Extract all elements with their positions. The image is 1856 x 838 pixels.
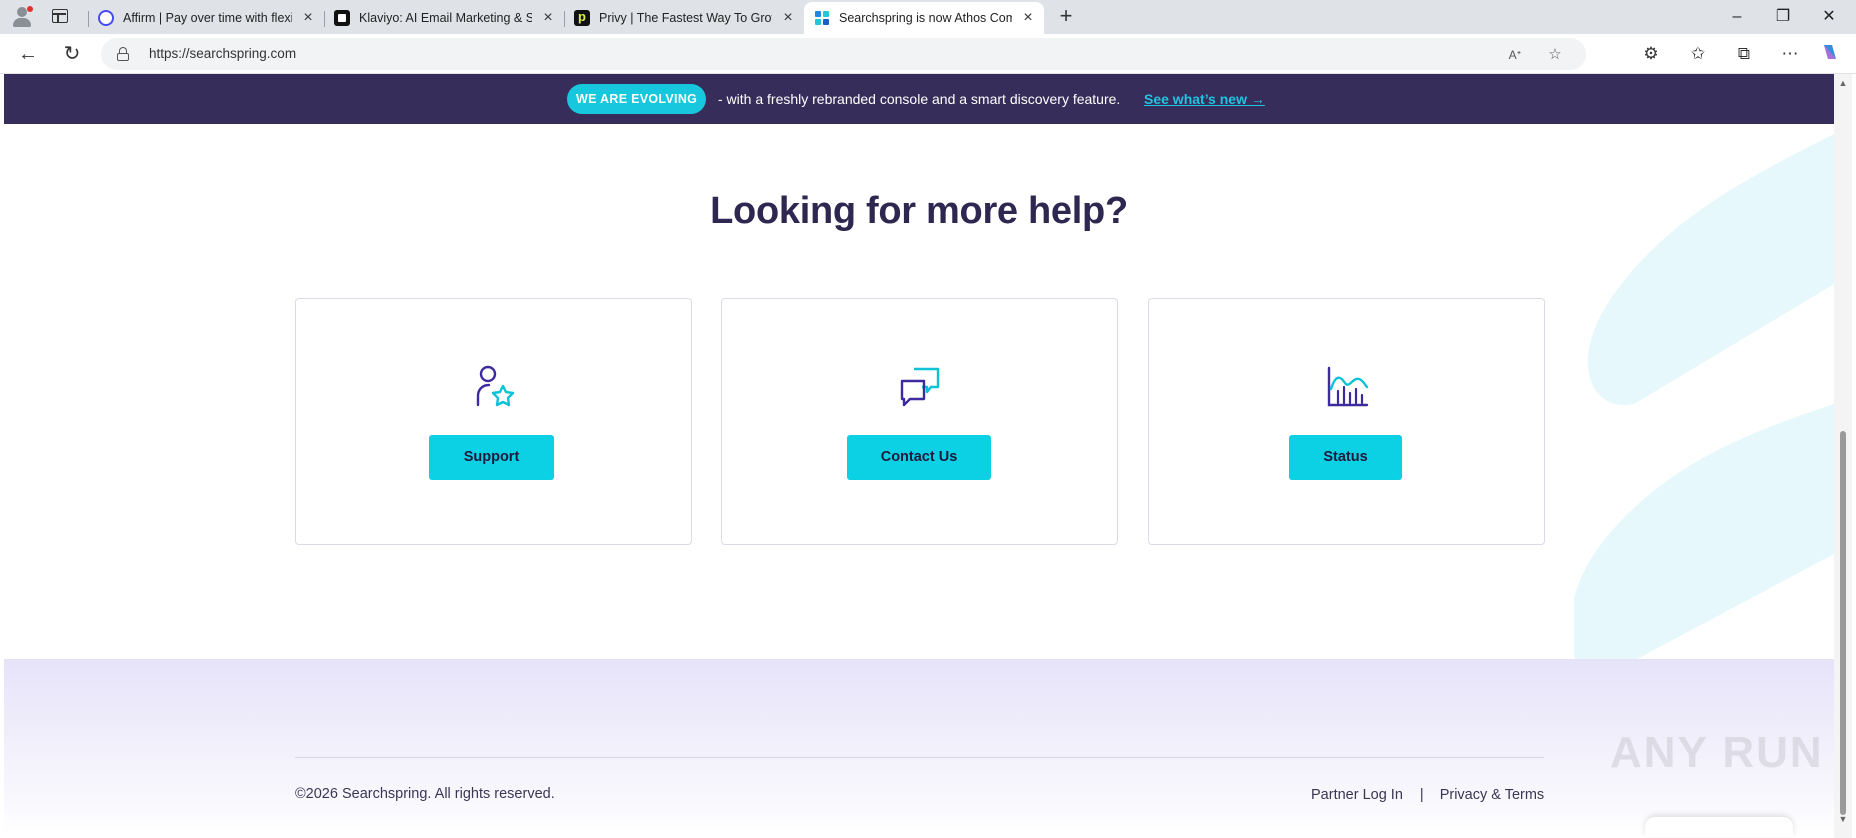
- scroll-up-icon[interactable]: ▲: [1838, 78, 1848, 88]
- more-menu-icon[interactable]: ⋯: [1778, 42, 1802, 66]
- status-button[interactable]: Status: [1289, 435, 1402, 480]
- scroll-thumb[interactable]: [1840, 431, 1846, 815]
- tab-affirm[interactable]: Affirm | Pay over time with flexible ×: [88, 2, 324, 34]
- read-aloud-icon[interactable]: Aᐩ: [1505, 45, 1525, 65]
- copilot-icon[interactable]: [1818, 42, 1842, 66]
- scroll-down-icon[interactable]: ▼: [1838, 814, 1848, 824]
- tab-privy[interactable]: Privy | The Fastest Way To Grow Sa ×: [564, 2, 804, 34]
- anyrun-watermark: ANY RUN: [1610, 728, 1824, 777]
- status-card: Status: [1148, 298, 1545, 545]
- favorite-star-icon[interactable]: ☆: [1545, 45, 1565, 65]
- privy-icon: [574, 9, 590, 26]
- contact-us-button[interactable]: Contact Us: [847, 435, 991, 480]
- site-footer: ©2026 Searchspring. All rights reserved.…: [4, 659, 1834, 834]
- collections-icon[interactable]: ⧉: [1732, 42, 1756, 66]
- banner-pill: WE ARE EVOLVING: [567, 84, 707, 114]
- tab-searchspring[interactable]: Searchspring is now Athos Comm ×: [804, 2, 1044, 34]
- tab-title: Klaviyo: AI Email Marketing & SMS: [359, 11, 532, 25]
- announcement-banner: WE ARE EVOLVING - with a freshly rebrand…: [4, 74, 1834, 124]
- tab-klaviyo[interactable]: Klaviyo: AI Email Marketing & SMS ×: [324, 2, 564, 34]
- status-chart-icon: [1325, 365, 1369, 409]
- restore-icon[interactable]: ❐: [1760, 4, 1806, 30]
- contact-card: Contact Us: [721, 298, 1118, 545]
- close-icon[interactable]: ×: [780, 10, 796, 26]
- browser-toolbar: ← ↻ https://searchspring.com ☆ Aᐩ ⚙ ✩ ⧉ …: [0, 34, 1856, 74]
- lock-icon[interactable]: [117, 47, 129, 61]
- page-viewport: WE ARE EVOLVING - with a freshly rebrand…: [4, 74, 1834, 834]
- footer-link-divider: |: [1419, 787, 1424, 803]
- copyright-text: ©2026 Searchspring. All rights reserved.: [295, 786, 555, 802]
- affirm-icon: [98, 10, 114, 26]
- support-button[interactable]: Support: [429, 435, 554, 480]
- favorites-icon[interactable]: ✩: [1686, 42, 1710, 66]
- back-icon[interactable]: ←: [16, 42, 40, 66]
- close-icon[interactable]: ×: [1020, 10, 1036, 26]
- searchspring-icon: [814, 10, 830, 26]
- url-text[interactable]: https://searchspring.com: [149, 46, 296, 61]
- see-whats-new-link[interactable]: See what’s new →: [1144, 91, 1265, 107]
- klaviyo-icon: [334, 10, 350, 26]
- banner-text: - with a freshly rebranded console and a…: [718, 91, 1121, 107]
- support-person-star-icon: [472, 365, 516, 409]
- extensions-icon[interactable]: ⚙: [1639, 42, 1663, 66]
- chat-bubbles-icon: [898, 365, 942, 409]
- footer-links: Partner Log In | Privacy & Terms: [1311, 787, 1544, 803]
- minimize-icon[interactable]: –: [1714, 4, 1760, 30]
- close-icon[interactable]: ×: [540, 10, 556, 26]
- new-tab-button[interactable]: +: [1055, 5, 1077, 28]
- chat-widget-tab[interactable]: [1645, 817, 1793, 837]
- page-scrollbar[interactable]: ▲ ▼: [1834, 74, 1852, 838]
- tab-title: Privy | The Fastest Way To Grow Sa: [599, 11, 772, 25]
- support-card: Support: [295, 298, 692, 545]
- tab-title: Affirm | Pay over time with flexible: [123, 11, 292, 25]
- tab-actions-icon[interactable]: [52, 9, 68, 23]
- privacy-terms-link[interactable]: Privacy & Terms: [1440, 787, 1544, 803]
- profile-icon[interactable]: [10, 6, 34, 28]
- address-bar[interactable]: https://searchspring.com ☆ Aᐩ: [101, 38, 1586, 70]
- help-heading: Looking for more help?: [710, 190, 1128, 232]
- partner-login-link[interactable]: Partner Log In: [1311, 787, 1403, 803]
- close-icon[interactable]: ×: [300, 10, 316, 26]
- browser-tab-bar: Affirm | Pay over time with flexible × K…: [0, 0, 1856, 34]
- window-close-icon[interactable]: ✕: [1806, 4, 1852, 30]
- footer-divider: [295, 757, 1544, 758]
- refresh-icon[interactable]: ↻: [60, 42, 84, 66]
- tab-title: Searchspring is now Athos Comm: [839, 11, 1012, 25]
